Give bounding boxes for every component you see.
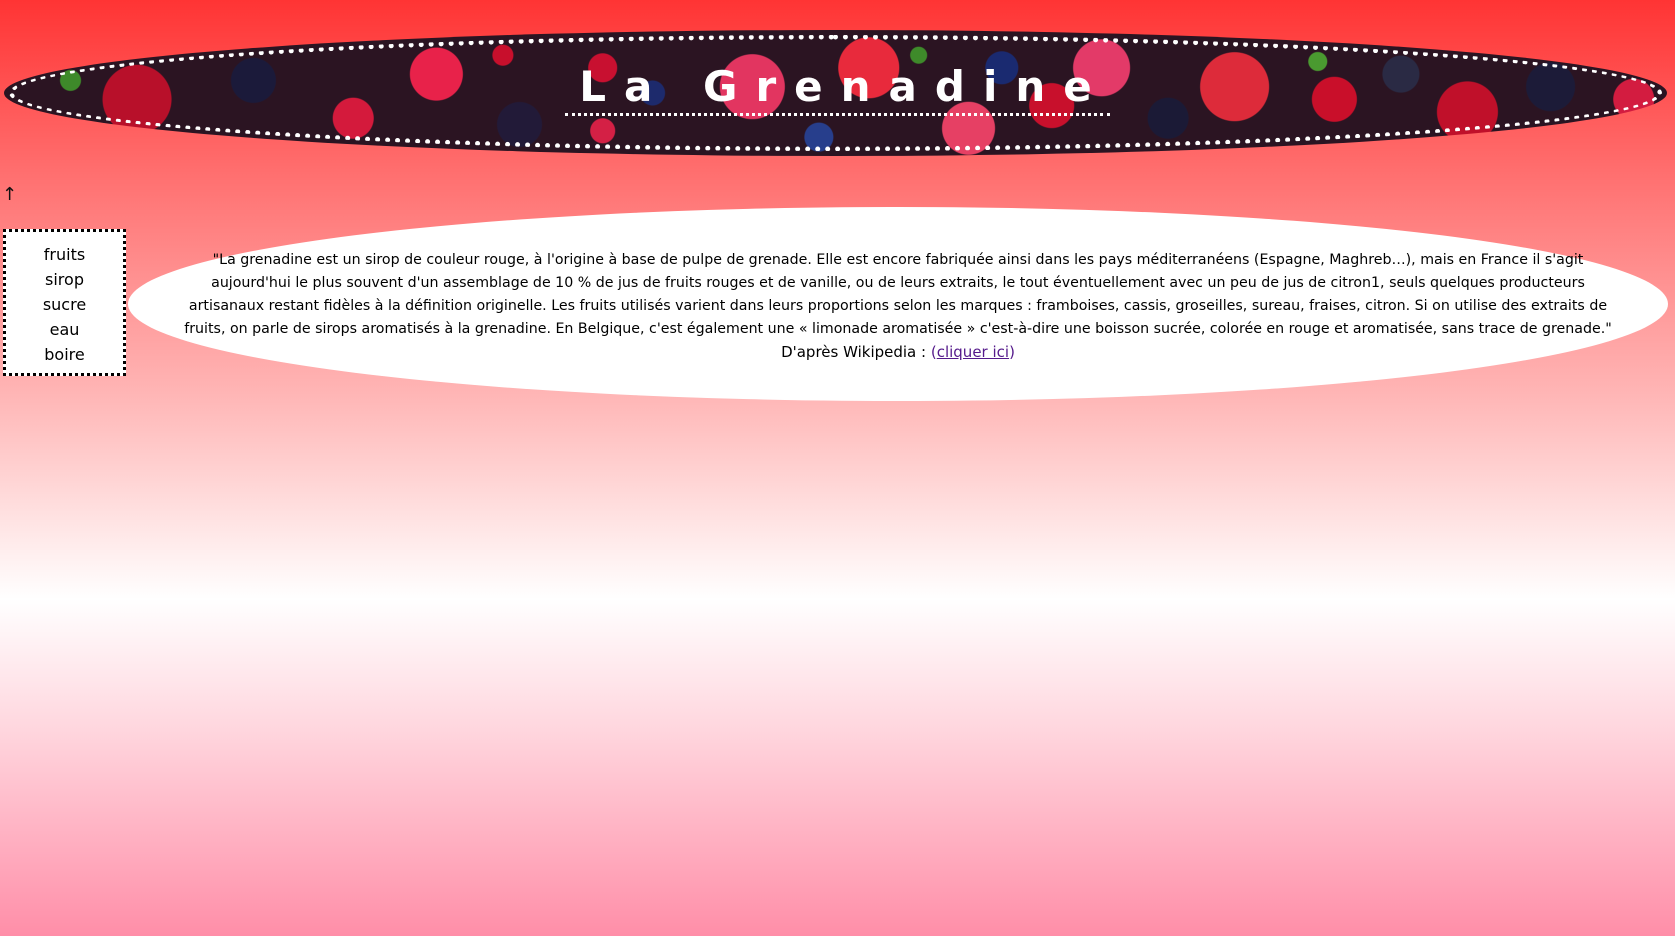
up-arrow-icon[interactable]: ↑ xyxy=(2,186,17,204)
nav-item-fruits[interactable]: fruits xyxy=(6,242,123,267)
source-prefix: D'après Wikipedia : xyxy=(781,343,931,361)
nav-item-eau[interactable]: eau xyxy=(6,317,123,342)
page-title: La Grenadine xyxy=(0,62,1675,116)
wikipedia-link[interactable]: cliquer ici xyxy=(937,343,1009,361)
paren-close: ) xyxy=(1009,343,1015,361)
source-line: D'après Wikipedia : (cliquer ici) xyxy=(180,341,1616,364)
nav-item-boire[interactable]: boire xyxy=(6,342,123,367)
page-title-text: La Grenadine xyxy=(565,62,1110,116)
quote-bubble: "La grenadine est un sirop de couleur ro… xyxy=(128,207,1668,401)
quote-text: "La grenadine est un sirop de couleur ro… xyxy=(184,252,1612,337)
side-nav: fruits sirop sucre eau boire xyxy=(3,229,126,376)
nav-item-sucre[interactable]: sucre xyxy=(6,292,123,317)
nav-item-sirop[interactable]: sirop xyxy=(6,267,123,292)
